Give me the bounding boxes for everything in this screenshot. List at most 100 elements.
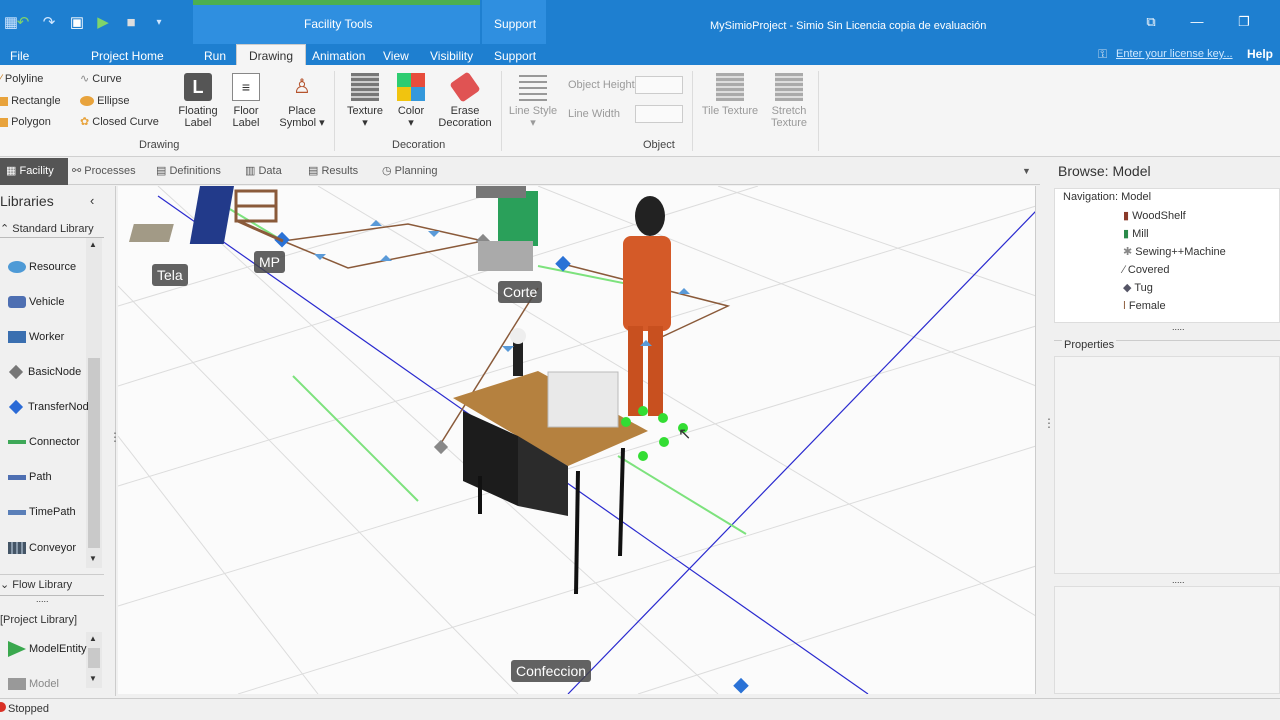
- label-mp[interactable]: MP: [254, 251, 285, 273]
- library-item-worker[interactable]: Worker: [8, 327, 64, 347]
- splitter-grip[interactable]: .....: [36, 594, 49, 604]
- stretch-texture-button[interactable]: Stretch Texture: [764, 73, 814, 129]
- label-corte[interactable]: Corte: [498, 281, 543, 303]
- line-style-dropdown-icon: ▾: [530, 117, 536, 129]
- library-item-transfernode[interactable]: TransferNode: [8, 397, 88, 417]
- project-library-header[interactable]: [Project Library]: [0, 614, 77, 626]
- project-item-label: ModelEntity: [29, 643, 87, 655]
- splitter-grip[interactable]: .....: [1172, 322, 1185, 332]
- facility-canvas[interactable]: Tela MP Corte Confeccion ↖: [118, 186, 1036, 694]
- tab-file[interactable]: File: [10, 48, 29, 65]
- library-item-path[interactable]: Path: [8, 467, 52, 487]
- undo-icon[interactable]: ↶: [14, 14, 32, 32]
- scroll-up-icon[interactable]: ▲: [89, 634, 97, 643]
- color-button[interactable]: Color ▾: [392, 73, 430, 129]
- tile-texture-button[interactable]: Tile Texture: [700, 73, 760, 117]
- tab-results[interactable]: ▤ Results: [308, 158, 358, 185]
- stop-icon[interactable]: ■: [122, 14, 140, 32]
- nav-item-tug[interactable]: ◆ Tug: [1123, 280, 1153, 297]
- transfer-node-confeccion[interactable]: [733, 677, 749, 694]
- tab-planning[interactable]: ◷ Planning: [382, 158, 438, 185]
- library-item-vehicle[interactable]: Vehicle: [8, 292, 64, 312]
- tab-facility[interactable]: ▦ Facility: [0, 158, 68, 185]
- library-item-connector[interactable]: Connector: [8, 432, 80, 452]
- floating-label-button[interactable]: L Floating Label: [176, 73, 220, 129]
- curve-button[interactable]: ∿ Curve: [80, 70, 122, 88]
- scroll-down-icon[interactable]: ▼: [89, 674, 97, 683]
- properties-grid[interactable]: [1054, 356, 1280, 574]
- closed-curve-icon: ✿: [80, 116, 90, 129]
- texture-button[interactable]: Texture ▾: [342, 73, 388, 129]
- quick-access-dropdown-icon[interactable]: ▾: [150, 14, 168, 32]
- place-symbol-button[interactable]: ♙ Place Symbol ▾: [276, 73, 328, 129]
- project-scrollbar[interactable]: ▲ ▼: [86, 632, 102, 688]
- collapse-panel-icon[interactable]: ‹: [90, 193, 94, 208]
- erase-decoration-button[interactable]: Erase Decoration: [434, 71, 496, 129]
- redo-icon[interactable]: ↷: [40, 14, 58, 32]
- sewing-table[interactable]: [453, 328, 648, 595]
- label-tela[interactable]: Tela: [152, 264, 188, 286]
- tab-processes[interactable]: ⚯ Processes: [72, 158, 136, 185]
- polygon-button[interactable]: Polygon: [0, 113, 51, 131]
- project-item-modelentity[interactable]: ModelEntity: [8, 639, 86, 659]
- rectangle-icon: [0, 96, 8, 106]
- nav-item-sewing-machine[interactable]: ✱ Sewing++Machine: [1123, 244, 1226, 261]
- tab-support[interactable]: Support: [494, 48, 536, 65]
- tab-view[interactable]: View: [383, 48, 409, 65]
- scroll-down-icon[interactable]: ▼: [89, 554, 97, 563]
- rectangle-button[interactable]: Rectangle: [0, 92, 61, 110]
- ellipse-button[interactable]: Ellipse: [80, 92, 129, 110]
- minimize-icon[interactable]: —: [1187, 14, 1207, 29]
- standard-library-header[interactable]: ⌃ Standard Library: [0, 222, 104, 238]
- help-button[interactable]: Help: [1247, 47, 1273, 61]
- line-style-button[interactable]: Line Style ▾: [506, 73, 560, 129]
- library-item-basicnode[interactable]: BasicNode: [8, 362, 81, 382]
- ribbon-tabs: File Project Home Run Drawing Animation …: [0, 44, 1280, 65]
- connector-line[interactable]: [617, 455, 747, 535]
- nav-item-woodshelf[interactable]: ▮ WoodShelf: [1123, 208, 1186, 225]
- worker-blue[interactable]: [189, 186, 234, 244]
- nav-item-label: WoodShelf: [1132, 210, 1186, 222]
- label-confeccion[interactable]: Confeccion: [511, 660, 592, 682]
- line-width-field[interactable]: [635, 105, 683, 123]
- license-link[interactable]: Enter your license key...: [1116, 48, 1233, 60]
- library-item-label: Vehicle: [29, 296, 65, 308]
- mill-machine[interactable]: [476, 186, 538, 271]
- library-item-timepath[interactable]: TimePath: [8, 502, 76, 522]
- ribbon-display-icon[interactable]: ⧉: [1141, 14, 1161, 30]
- nav-item-covered[interactable]: ∕ Covered: [1123, 262, 1169, 279]
- tab-drawing[interactable]: Drawing: [236, 44, 307, 65]
- tab-data[interactable]: ▥ Data: [245, 158, 282, 185]
- polyline-button[interactable]: ∕ Polyline: [0, 70, 43, 88]
- run-icon[interactable]: ▶: [94, 14, 112, 32]
- library-scrollbar[interactable]: ▲ ▼: [86, 238, 102, 568]
- save-icon[interactable]: ▣: [68, 14, 86, 32]
- maximize-icon[interactable]: ❐: [1234, 14, 1254, 30]
- project-scrollbar-thumb[interactable]: [88, 648, 100, 668]
- facility-icon: ▦: [6, 165, 17, 177]
- tab-definitions[interactable]: ▤ Definitions: [156, 158, 221, 185]
- path-line[interactable]: [282, 223, 484, 269]
- tab-run[interactable]: Run: [204, 48, 226, 65]
- project-item-model[interactable]: Model: [8, 674, 59, 694]
- flow-library-header[interactable]: ⌄ Flow Library: [0, 574, 104, 596]
- library-item-conveyor[interactable]: Conveyor: [8, 538, 76, 558]
- connector-line[interactable]: [292, 375, 419, 502]
- object-height-field[interactable]: [635, 76, 683, 94]
- library-scrollbar-thumb[interactable]: [88, 358, 100, 548]
- scroll-up-icon[interactable]: ▲: [89, 240, 97, 249]
- view-tabs-dropdown-icon[interactable]: ▼: [1022, 158, 1031, 185]
- nav-item-female[interactable]: ǀ Female: [1123, 298, 1166, 315]
- tab-project-home[interactable]: Project Home: [91, 48, 164, 65]
- tile-texture-label: Tile Texture: [701, 105, 759, 117]
- tab-animation[interactable]: Animation: [312, 48, 365, 65]
- library-item-resource[interactable]: Resource: [8, 257, 76, 277]
- closed-curve-button[interactable]: ✿ Closed Curve: [80, 113, 159, 131]
- splitter-grip[interactable]: .....: [1172, 575, 1185, 585]
- nav-item-mill[interactable]: ▮ Mill: [1123, 226, 1149, 243]
- fabric-stack[interactable]: [128, 224, 174, 242]
- basic-node[interactable]: [433, 439, 449, 455]
- floor-label-button[interactable]: ≡ Floor Label: [224, 73, 268, 129]
- tab-visibility[interactable]: Visibility: [430, 48, 473, 65]
- color-dropdown-icon: ▾: [408, 117, 414, 129]
